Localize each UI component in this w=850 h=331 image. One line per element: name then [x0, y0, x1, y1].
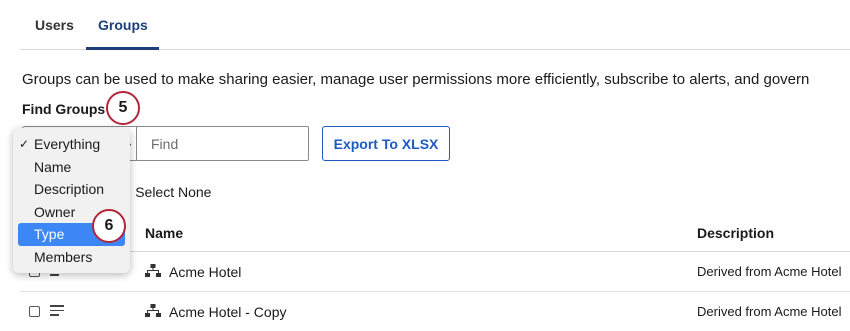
group-name[interactable]: Acme Hotel	[169, 264, 241, 280]
group-description: Derived from Acme Hotel	[697, 304, 842, 319]
dropdown-option-members[interactable]: Members	[13, 246, 130, 269]
tab-users[interactable]: Users	[35, 17, 74, 33]
tab-bar: Users Groups	[20, 0, 850, 50]
dropdown-option-everything[interactable]: ✓ Everything	[13, 133, 130, 156]
find-groups-label: Find Groups	[22, 101, 106, 117]
dropdown-option-label: Everything	[34, 136, 101, 152]
row-checkbox[interactable]	[29, 306, 40, 317]
dropdown-option-name[interactable]: Name	[13, 156, 130, 179]
dropdown-option-label: Members	[34, 248, 93, 265]
groups-description: Groups can be used to make sharing easie…	[22, 71, 810, 88]
dropdown-option-label: Owner	[34, 203, 76, 220]
select-all-none-links[interactable]: e | Select None	[116, 184, 211, 200]
group-description: Derived from Acme Hotel	[697, 264, 842, 279]
group-hierarchy-icon	[145, 304, 161, 317]
table-row[interactable]: Acme Hotel - Copy Derived from Acme Hote…	[20, 292, 850, 331]
active-tab-indicator	[86, 47, 159, 50]
column-header-description[interactable]: Description	[697, 225, 774, 241]
group-hierarchy-icon	[145, 264, 161, 277]
table-header: Name Description	[20, 210, 850, 252]
table-row[interactable]: Acme Hotel Derived from Acme Hotel	[20, 252, 850, 292]
checkmark-icon: ✓	[19, 137, 30, 151]
step-callout-6: 6	[92, 209, 126, 243]
row-menu-icon[interactable]	[50, 305, 64, 317]
tab-groups[interactable]: Groups	[98, 17, 148, 33]
dropdown-option-label: Name	[34, 158, 72, 175]
group-name[interactable]: Acme Hotel - Copy	[169, 304, 286, 320]
export-xlsx-button[interactable]: Export To XLSX	[322, 126, 450, 161]
step-callout-5: 5	[106, 91, 140, 125]
column-header-name[interactable]: Name	[145, 225, 183, 241]
find-input[interactable]	[136, 126, 309, 161]
dropdown-option-label: Type	[34, 226, 65, 242]
dropdown-option-label: Description	[34, 181, 105, 197]
search-field-dropdown: ✓ Everything Name Description Owner Type…	[13, 128, 130, 273]
dropdown-option-description[interactable]: Description	[13, 178, 130, 201]
